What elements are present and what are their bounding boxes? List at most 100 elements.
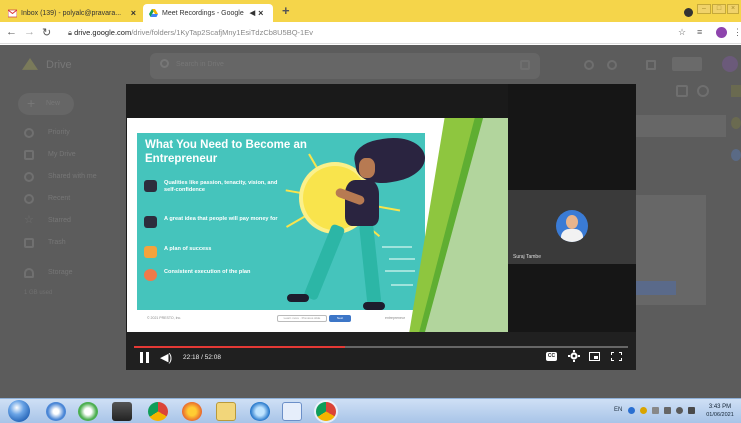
my-drive-icon [24, 150, 34, 160]
speaker-icon: ◀ [249, 10, 256, 17]
search-options-icon[interactable] [520, 60, 530, 70]
sidebar-item-my-drive[interactable]: My Drive [24, 149, 124, 163]
pause-button[interactable] [140, 352, 150, 363]
close-tab-icon[interactable]: × [131, 8, 136, 18]
motion-line [382, 246, 412, 248]
flag-tray-icon[interactable] [652, 407, 659, 414]
info-icon[interactable] [697, 85, 709, 97]
sidebar-item-storage[interactable]: Storage [24, 267, 124, 281]
slide-bullet-text: A plan of success [164, 246, 212, 252]
sidebar-item-trash[interactable]: Trash [24, 237, 124, 251]
handshake-icon [144, 216, 157, 228]
settings-gear-icon[interactable] [607, 60, 617, 70]
clock-time[interactable]: 3:43 PM [702, 404, 738, 410]
fullscreen-corner [619, 352, 622, 355]
fullscreen-corner [611, 358, 614, 361]
tasks-addon-icon[interactable] [731, 149, 741, 161]
sidebar-label: Storage [48, 269, 73, 276]
slide-footer-button: Learn more · Previous slide [277, 315, 327, 322]
sidebar-label: Recent [48, 195, 71, 202]
progress-bar[interactable] [134, 346, 628, 348]
sidebar-item-starred[interactable]: ☆ Starred [24, 214, 124, 229]
people-icon [24, 172, 34, 182]
tab-title: Inbox (139) - polyalc@pravara... [21, 9, 122, 17]
language-indicator[interactable]: EN [614, 407, 622, 413]
volume-icon[interactable]: ◀) [160, 351, 172, 364]
chrome-icon[interactable] [148, 402, 168, 421]
forward-arrow-icon[interactable]: → [24, 26, 35, 38]
drive-app-name: Drive [46, 59, 72, 71]
open-file-link[interactable] [636, 281, 676, 295]
person-face [359, 158, 375, 178]
org-logo [672, 57, 702, 71]
tab-meet-recordings[interactable]: Meet Recordings - Google ◀ × [143, 4, 273, 22]
apps-grid-icon[interactable] [646, 60, 656, 70]
network-tray-icon[interactable] [628, 407, 635, 414]
clock-date[interactable]: 01/06/2021 [702, 412, 738, 418]
sidebar-label: Starred [48, 217, 71, 224]
settings-gear-icon[interactable] [568, 350, 580, 362]
star-icon: ☆ [24, 214, 34, 226]
messenger-icon[interactable] [78, 402, 98, 421]
tab-title: Meet Recordings - Google [162, 9, 244, 17]
extensions-icon[interactable]: ≡ [697, 27, 702, 37]
sidebar-item-recent[interactable]: Recent [24, 193, 124, 207]
start-button[interactable] [8, 400, 30, 422]
folder-icon[interactable] [216, 402, 236, 421]
help-icon[interactable] [584, 60, 594, 70]
slide-bullet: A plan of success [144, 245, 294, 261]
reload-icon[interactable]: ↻ [42, 26, 51, 39]
account-avatar[interactable] [722, 56, 738, 72]
browser-menu-icon[interactable]: ⋮ [733, 27, 741, 38]
miniplayer-icon[interactable] [589, 352, 600, 361]
new-button[interactable]: + New [18, 93, 74, 115]
slide-title: What You Need to Become an Entrepreneur [145, 139, 307, 165]
keep-addon-icon[interactable] [731, 117, 741, 129]
url-field[interactable]: 🔒︎ drive.google.com/drive/folders/1KyTap… [68, 26, 660, 40]
grid-view-icon[interactable] [676, 85, 688, 97]
show-hidden-icon[interactable] [664, 407, 671, 414]
security-tray-icon[interactable] [640, 407, 647, 414]
close-window-button[interactable]: × [727, 4, 739, 14]
browser-profile-avatar[interactable] [716, 27, 727, 38]
participant-tile: Suraj Tambe [508, 190, 636, 264]
calendar-addon-icon[interactable] [731, 85, 741, 97]
app-icon[interactable] [112, 402, 132, 421]
volume-tray-icon[interactable] [676, 407, 683, 414]
internet-explorer-icon[interactable] [250, 402, 270, 421]
drive-icon [149, 8, 158, 18]
target-icon [144, 269, 157, 281]
slide-bullet: Consistent execution of the plan [144, 268, 294, 284]
new-tab-button[interactable]: + [282, 3, 290, 18]
video-player[interactable]: What You Need to Become an Entrepreneur … [126, 84, 636, 370]
tab-gmail-inbox[interactable]: Inbox (139) - polyalc@pravara... × [2, 4, 142, 22]
chrome-active-icon[interactable] [316, 402, 336, 421]
profile-indicator-icon[interactable] [684, 8, 693, 17]
sidebar-item-priority[interactable]: Priority [24, 127, 124, 141]
storage-usage-text: 1 GB used [24, 290, 53, 296]
star-bookmark-icon[interactable]: ☆ [678, 27, 686, 38]
participant-avatar [556, 210, 588, 242]
firefox-icon[interactable] [182, 402, 202, 421]
address-bar-row: ← → ↻ 🔒︎ drive.google.com/drive/folders/… [0, 22, 741, 44]
search-input[interactable]: Search in Drive [176, 61, 224, 68]
new-label: New [46, 100, 61, 107]
media-player-icon[interactable] [46, 402, 66, 421]
minimize-window-button[interactable]: – [697, 4, 711, 14]
slide-bullet: A great idea that people will pay money … [144, 215, 294, 231]
battery-tray-icon[interactable] [688, 407, 695, 414]
fullscreen-icon[interactable] [611, 352, 622, 361]
maximize-window-button[interactable]: □ [712, 4, 726, 14]
windows-taskbar: EN 3:43 PM 01/06/2021 [0, 398, 741, 423]
back-arrow-icon[interactable]: ← [6, 26, 17, 38]
participant-head [566, 215, 578, 229]
drive-search-bar[interactable]: Search in Drive [150, 53, 540, 79]
captions-button[interactable]: CC [546, 352, 557, 361]
document-icon[interactable] [282, 402, 302, 421]
motion-line [389, 258, 415, 260]
trash-icon [24, 238, 34, 248]
close-tab-icon[interactable]: × [258, 8, 263, 18]
pause-icon-bar [140, 352, 143, 363]
sidebar-item-shared-with-me[interactable]: Shared with me [24, 171, 124, 185]
sidebar-label: Shared with me [48, 173, 97, 180]
